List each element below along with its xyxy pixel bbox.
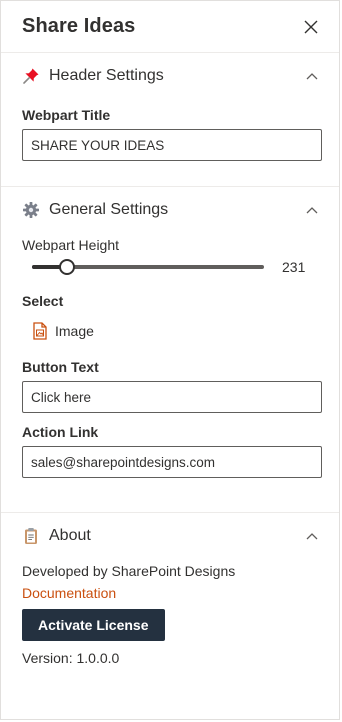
webpart-title-label: Webpart Title: [22, 107, 111, 123]
activate-license-button[interactable]: Activate License: [22, 609, 165, 641]
select-option-label: Image: [55, 323, 94, 339]
chevron-up-icon: [305, 203, 319, 217]
slider-value: 231: [282, 259, 306, 275]
documentation-link[interactable]: Documentation: [22, 585, 319, 607]
action-link-label: Action Link: [22, 424, 99, 440]
image-file-icon: [33, 322, 47, 340]
webpart-height-label: Webpart Height: [22, 237, 120, 253]
property-pane: Share Ideas Header Settings Webpart Titl…: [0, 0, 340, 720]
clipboard-icon: [22, 527, 40, 545]
pane-title: Share Ideas: [22, 15, 136, 37]
version-text: Version: 1.0.0.0: [22, 650, 120, 666]
general-settings-toggle[interactable]: General Settings: [22, 187, 319, 233]
pane-header: Share Ideas: [1, 1, 339, 53]
button-text-input[interactable]: [22, 381, 322, 413]
select-label: Select: [22, 293, 64, 309]
header-settings-title: Header Settings: [49, 67, 164, 84]
general-settings-section: General Settings Webpart Height 231 Sele…: [1, 187, 339, 513]
webpart-height-slider: 231: [22, 255, 319, 279]
action-link-input[interactable]: [22, 446, 322, 478]
header-settings-toggle[interactable]: Header Settings: [22, 53, 319, 99]
slider-track[interactable]: [32, 259, 264, 275]
chevron-up-icon: [305, 69, 319, 83]
button-text-label: Button Text: [22, 359, 99, 375]
pushpin-icon: [22, 67, 40, 85]
developed-by-text: Developed by SharePoint Designs: [22, 563, 236, 579]
slider-thumb[interactable]: [59, 259, 75, 275]
close-button[interactable]: [301, 17, 321, 37]
about-section: About Developed by SharePoint Designs Do…: [1, 513, 339, 666]
chevron-up-icon: [305, 529, 319, 543]
general-settings-title: General Settings: [49, 201, 169, 218]
about-toggle[interactable]: About: [22, 513, 319, 559]
webpart-title-input[interactable]: [22, 129, 322, 161]
about-title: About: [49, 527, 91, 544]
select-image-option[interactable]: Image: [32, 317, 319, 345]
header-settings-section: Header Settings Webpart Title: [1, 53, 339, 187]
close-icon: [304, 20, 318, 33]
gear-icon: [22, 201, 40, 219]
